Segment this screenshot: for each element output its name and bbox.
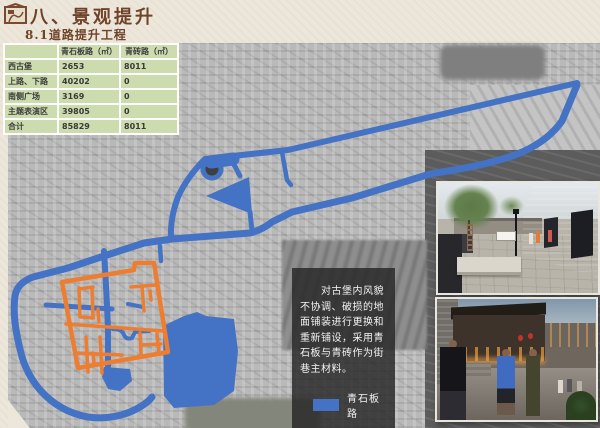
- photo1-pedestrian: [536, 231, 540, 243]
- photo2-woman-dress: [526, 349, 540, 417]
- map-dark-building: [205, 161, 220, 176]
- photo1-ladder: [467, 223, 473, 252]
- table-row: 南侧广场 3169 0: [5, 90, 177, 103]
- photo2-man-black-shirt: [440, 340, 465, 420]
- info-panel: 对古堡内风貌不协调、破损的地面铺装进行更换和重新铺设，采用青石板与青砖作为街巷主…: [292, 268, 395, 428]
- street-photo-day: [436, 181, 600, 295]
- table-header-row: 青石板路（㎡） 青砖路（㎡）: [5, 45, 177, 58]
- photo1-lamp-head: [513, 209, 519, 214]
- photo2-pedestrian: [558, 380, 563, 393]
- photo1-pedestrian: [529, 233, 533, 244]
- slide: 八、景观提升 8.1道路提升工程 青石板路（㎡） 青砖路（㎡） 西古堡 2653…: [0, 0, 600, 428]
- legend-item-stone: 青石板路: [300, 390, 388, 420]
- photo1-window: [571, 209, 593, 258]
- photo1-tree: [499, 196, 525, 216]
- photo2-figure-body: [497, 356, 514, 416]
- photo2-figure-body: [526, 356, 540, 417]
- legend-label: 青石板路: [347, 390, 388, 420]
- photo1-sign: [496, 231, 517, 241]
- photo2-steps: [464, 363, 491, 376]
- photo2-shrub: [566, 391, 596, 420]
- photo2-red-lantern: [528, 333, 533, 339]
- table-row-total: 合计 85829 8011: [5, 120, 177, 133]
- photo2-figure-body: [440, 347, 465, 420]
- legend: 青石板路 青砖路: [300, 390, 388, 428]
- photo2-man-blue-shirt: [497, 349, 514, 416]
- map-grove-patch: [440, 45, 545, 80]
- table-header-blank: [5, 45, 57, 58]
- gate-icon: [4, 3, 27, 24]
- stone-road-swatch: [313, 399, 339, 411]
- table-row: 上路、下路 40202 0: [5, 75, 177, 88]
- photo2-pedestrian: [567, 379, 572, 392]
- table-row: 主题表演区 39805 0: [5, 105, 177, 118]
- table-header-brick: 青砖路（㎡）: [121, 45, 177, 58]
- photo1-pedestrian: [548, 230, 552, 242]
- photo1-stone-planter: [457, 257, 521, 276]
- area-table: 青石板路（㎡） 青砖路（㎡） 西古堡 2653 8011 上路、下路 40202…: [3, 43, 179, 135]
- page-subtitle: 8.1道路提升工程: [25, 26, 127, 43]
- info-panel-text: 对古堡内风貌不协调、破损的地面铺装进行更换和重新铺设，采用青石板与青砖作为街巷主…: [300, 284, 388, 377]
- table-header-stone: 青石板路（㎡）: [59, 45, 119, 58]
- table-row: 西古堡 2653 8011: [5, 60, 177, 73]
- street-photo-dusk: [435, 297, 598, 422]
